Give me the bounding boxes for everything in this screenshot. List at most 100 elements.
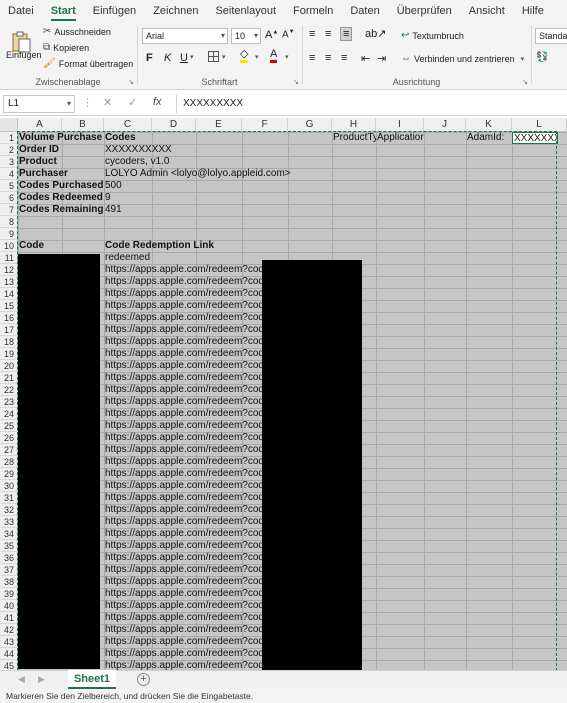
chevron-down-icon[interactable]: ▾ — [285, 53, 289, 61]
enter-icon[interactable]: ✓ — [128, 96, 137, 109]
row-header[interactable]: 24 — [0, 408, 18, 420]
ribbon-tab[interactable]: Zeichnen — [153, 0, 198, 22]
column-header[interactable]: I — [376, 118, 424, 132]
scroll-left-icon[interactable]: ◀ — [18, 674, 25, 685]
row-header[interactable]: 25 — [0, 420, 18, 432]
decrease-indent-button[interactable]: ⇤ — [361, 52, 370, 65]
row-header[interactable]: 35 — [0, 540, 18, 552]
select-all-corner[interactable] — [0, 118, 18, 132]
column-header[interactable]: C — [104, 118, 152, 132]
row-header[interactable]: 33 — [0, 516, 18, 528]
underline-button[interactable]: U — [180, 52, 188, 64]
row-header[interactable]: 3 — [0, 156, 18, 168]
column-header[interactable]: L — [512, 118, 567, 132]
add-sheet-icon[interactable]: + — [137, 673, 150, 686]
ribbon-tab[interactable]: Einfügen — [93, 0, 136, 22]
ribbon-tab[interactable]: Daten — [350, 0, 379, 22]
row-header[interactable]: 45 — [0, 660, 18, 670]
ribbon-tab[interactable]: Hilfe — [522, 0, 544, 22]
worksheet-grid[interactable]: A B C D E F G H I J K L 1 2 3 4 5 6 7 8 9 10 11 12 13 14 15 16 17 18 1… — [0, 118, 567, 670]
name-box[interactable]: L1 ▾ — [3, 95, 75, 113]
scroll-right-icon[interactable]: ▶ — [38, 674, 45, 685]
borders-button[interactable] — [208, 51, 219, 62]
row-header[interactable]: 41 — [0, 612, 18, 624]
row-header[interactable]: 44 — [0, 648, 18, 660]
ribbon-tab[interactable]: Start — [50, 0, 76, 22]
increase-indent-button[interactable]: ⇥ — [377, 52, 386, 65]
row-header[interactable]: 38 — [0, 576, 18, 588]
chevron-down-icon[interactable]: ▾ — [222, 53, 226, 61]
row-header[interactable]: 12 — [0, 264, 18, 276]
font-name-select[interactable]: Arial ▾ — [142, 28, 228, 44]
chevron-down-icon[interactable]: ▾ — [190, 53, 194, 61]
row-header[interactable]: 21 — [0, 372, 18, 384]
row-header[interactable]: 37 — [0, 564, 18, 576]
row-header[interactable]: 43 — [0, 636, 18, 648]
row-header[interactable]: 36 — [0, 552, 18, 564]
row-header[interactable]: 7 — [0, 204, 18, 216]
insert-function-icon[interactable]: fx — [153, 96, 162, 108]
paste-button[interactable]: Einfügen — [6, 50, 42, 60]
align-top-button[interactable]: ≡ — [309, 28, 315, 40]
font-color-button[interactable]: A — [270, 49, 278, 63]
align-right-button[interactable]: ≡ — [341, 52, 347, 64]
copy-button[interactable]: ⧉ Kopieren — [43, 42, 89, 53]
accounting-format-button[interactable]: 💱 — [536, 52, 548, 63]
row-header[interactable]: 13 — [0, 276, 18, 288]
cancel-icon[interactable]: ✕ — [103, 96, 112, 109]
row-header[interactable]: 22 — [0, 384, 18, 396]
row-header[interactable]: 2 — [0, 144, 18, 156]
row-header[interactable]: 16 — [0, 312, 18, 324]
row-header[interactable]: 26 — [0, 432, 18, 444]
column-header[interactable]: B — [62, 118, 104, 132]
row-header[interactable]: 11 — [0, 252, 18, 264]
row-header[interactable]: 39 — [0, 588, 18, 600]
column-header[interactable]: A — [18, 118, 62, 132]
number-format-select[interactable]: Standard — [535, 28, 567, 44]
dialog-launcher-icon[interactable]: ↘ — [128, 78, 134, 86]
wrap-text-button[interactable]: ↩ Textumbruch — [401, 30, 464, 41]
row-header[interactable]: 20 — [0, 360, 18, 372]
row-header[interactable]: 1 — [0, 132, 18, 144]
row-header[interactable]: 9 — [0, 228, 18, 240]
align-left-button[interactable]: ≡ — [309, 52, 315, 64]
column-header[interactable]: H — [332, 118, 376, 132]
format-painter-button[interactable]: 🖌 Format übertragen — [43, 58, 133, 69]
column-header[interactable]: D — [152, 118, 196, 132]
row-header[interactable]: 4 — [0, 168, 18, 180]
ribbon-tab[interactable]: Datei — [8, 0, 34, 22]
dialog-launcher-icon[interactable]: ↘ — [522, 78, 528, 86]
cut-button[interactable]: ✂ Ausschneiden — [43, 26, 111, 37]
ribbon-tab[interactable]: Formeln — [293, 0, 333, 22]
ribbon-tab[interactable]: Seitenlayout — [215, 0, 276, 22]
column-header[interactable]: F — [242, 118, 288, 132]
row-header[interactable]: 27 — [0, 444, 18, 456]
row-header[interactable]: 23 — [0, 396, 18, 408]
row-header[interactable]: 18 — [0, 336, 18, 348]
align-bottom-button[interactable]: ≡ — [340, 27, 353, 41]
row-header[interactable]: 10 — [0, 240, 18, 252]
sheet-tab-sheet1[interactable]: Sheet1 — [68, 670, 116, 689]
row-header[interactable]: 40 — [0, 600, 18, 612]
ribbon-tab[interactable]: Überprüfen — [397, 0, 452, 22]
italic-button[interactable]: K — [164, 52, 171, 64]
row-header[interactable]: 31 — [0, 492, 18, 504]
row-header[interactable]: 5 — [0, 180, 18, 192]
font-size-select[interactable]: 10 ▾ — [231, 28, 261, 44]
row-header[interactable]: 8 — [0, 216, 18, 228]
column-header[interactable]: G — [288, 118, 332, 132]
row-header[interactable]: 15 — [0, 300, 18, 312]
column-header[interactable]: E — [196, 118, 242, 132]
column-header[interactable]: K — [466, 118, 512, 132]
dialog-launcher-icon[interactable]: ↘ — [293, 78, 299, 86]
formula-input[interactable]: XXXXXXXXX — [176, 95, 564, 113]
align-center-button[interactable]: ≡ — [325, 52, 331, 64]
row-header[interactable]: 32 — [0, 504, 18, 516]
row-header[interactable]: 17 — [0, 324, 18, 336]
align-middle-button[interactable]: ≡ — [325, 28, 331, 40]
row-header[interactable]: 14 — [0, 288, 18, 300]
orientation-button[interactable]: ab↗ — [365, 27, 386, 40]
row-header[interactable]: 42 — [0, 624, 18, 636]
row-header[interactable]: 34 — [0, 528, 18, 540]
row-header[interactable]: 19 — [0, 348, 18, 360]
